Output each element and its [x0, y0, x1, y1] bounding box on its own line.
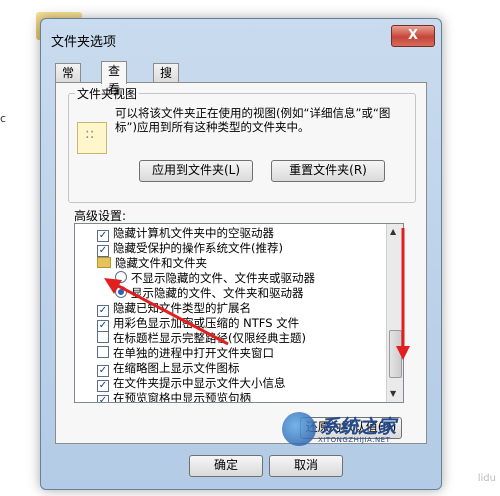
corner-watermark: lidu: [477, 473, 496, 484]
annotation-arrows-overlay: [104, 228, 410, 360]
annotation-arrow-diagonal: [106, 278, 229, 346]
tab-view[interactable]: 查看: [101, 61, 128, 96]
watermark-logo-icon: [282, 412, 316, 446]
watermark-text: 系统之家: [320, 416, 397, 438]
watermark-subtext: XITONGZHIJIA.NET: [318, 436, 391, 444]
annotation-arrowhead-vertical: [396, 346, 410, 360]
